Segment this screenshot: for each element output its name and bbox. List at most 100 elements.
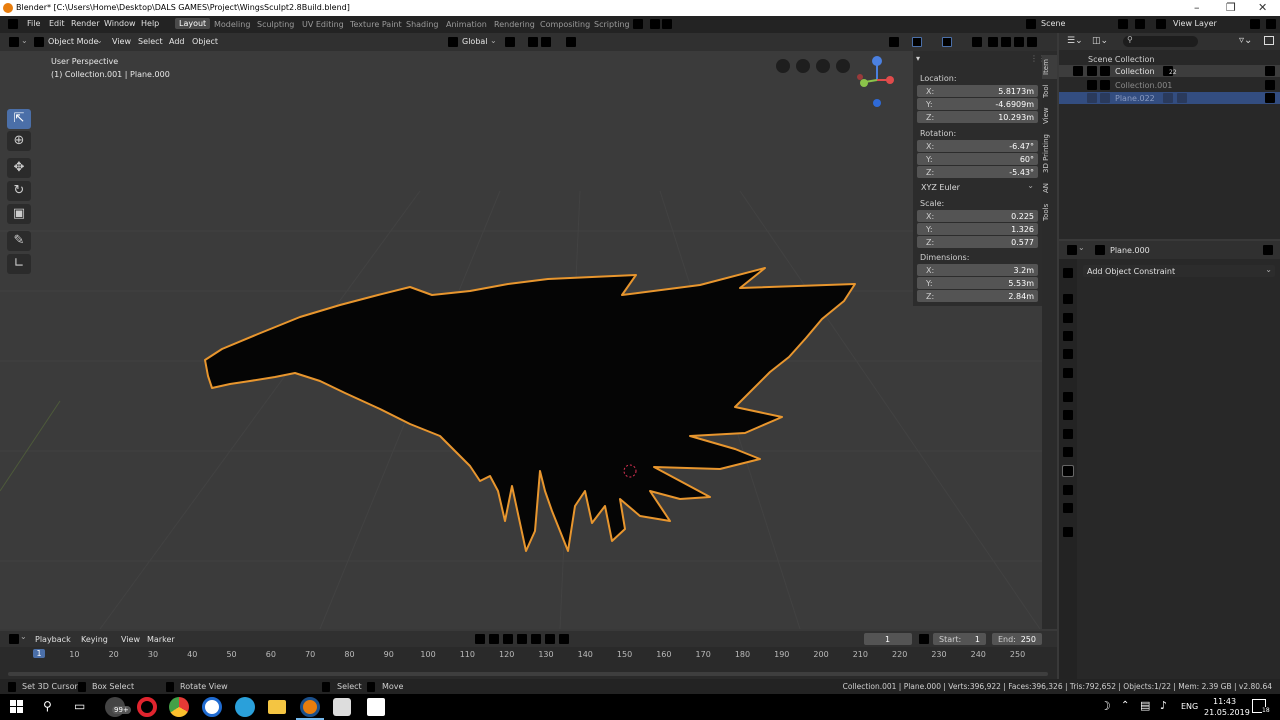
menu-window[interactable]: Window [104, 19, 136, 28]
checkbox-icon[interactable] [1087, 80, 1097, 90]
object-props-icon[interactable] [1063, 392, 1073, 402]
workspace-add-icon[interactable] [633, 19, 643, 29]
menu-file[interactable]: File [27, 19, 40, 28]
outliner-row-plane-022[interactable]: Plane.022 [1059, 92, 1280, 104]
location-y-field[interactable]: Y: -4.6909m [917, 98, 1056, 110]
location-z-field[interactable]: Z: 10.293m [917, 111, 1056, 123]
tab-an[interactable]: AN [1042, 181, 1057, 195]
windows-start-icon[interactable] [10, 700, 24, 714]
app-window-icon[interactable] [333, 698, 351, 716]
rotation-y-field[interactable]: Y: 60° [917, 153, 1056, 165]
menu-help[interactable]: Help [141, 19, 159, 28]
playback-menu[interactable]: Playback [35, 635, 71, 644]
timeline-area[interactable]: 1 10 20 30 40 50 60 70 80 90 100 110 120 130 140 150 160… [0, 647, 1057, 679]
close-button[interactable]: ✕ [1258, 1, 1267, 14]
properties-editor-icon[interactable] [1067, 245, 1077, 255]
input-language[interactable]: ENG [1181, 702, 1198, 711]
wordpad-icon[interactable] [202, 697, 222, 717]
scale-tool-icon[interactable]: ▣ [7, 204, 31, 224]
view-layer-selector[interactable]: View Layer [1173, 19, 1217, 28]
tab-rendering[interactable]: Rendering [494, 20, 535, 29]
frame-end-field[interactable]: End: 250 [992, 633, 1042, 645]
menu-render[interactable]: Render [71, 19, 99, 28]
network-icon[interactable]: ▤ [1140, 699, 1150, 712]
disclosure-icon[interactable] [1087, 93, 1097, 103]
tab-tools[interactable]: Tools [1042, 201, 1057, 223]
scene-icon[interactable] [1026, 19, 1036, 29]
scene-collection-label[interactable]: Scene Collection [1088, 55, 1155, 64]
minimize-button[interactable]: – [1194, 1, 1200, 14]
tab-modeling[interactable]: Modeling [214, 20, 250, 29]
workspace-icon-3[interactable] [662, 19, 672, 29]
scene-selector[interactable]: Scene [1041, 19, 1065, 28]
proportional-edit-icon[interactable] [566, 37, 576, 47]
jump-keyframe-prev-icon[interactable] [489, 634, 499, 644]
dimensions-z-field[interactable]: Z: 2.84m [917, 290, 1038, 302]
checkbox-icon[interactable] [1087, 66, 1097, 76]
search-icon[interactable]: ⚲ [43, 699, 52, 713]
keying-menu[interactable]: Keying [81, 635, 108, 644]
tab-layout[interactable]: Layout [175, 18, 211, 29]
cursor-tool-icon[interactable]: ⊕ [7, 131, 31, 151]
visibility-icon[interactable] [889, 37, 899, 47]
axis-gizmo[interactable] [853, 54, 903, 114]
chrome-icon[interactable] [169, 697, 189, 717]
ortho-toggle-icon[interactable] [796, 59, 810, 73]
camera-view-icon[interactable] [776, 59, 790, 73]
scene-new-icon[interactable] [1118, 19, 1128, 29]
scale-x-field[interactable]: X: 0.225 [917, 210, 1056, 222]
jump-start-icon[interactable] [475, 634, 485, 644]
file-explorer-icon[interactable] [268, 700, 286, 714]
tab-3d-printing[interactable]: 3D Printing [1042, 131, 1057, 177]
display-mode-icon[interactable]: ◫⌄ [1092, 36, 1108, 46]
rotation-z-field[interactable]: Z: -5.43° [917, 166, 1056, 178]
visibility-eye-icon[interactable] [1265, 80, 1275, 90]
play-icon[interactable] [517, 634, 527, 644]
view-layer-new-icon[interactable] [1250, 19, 1260, 29]
rotate-tool-icon[interactable]: ↻ [7, 181, 31, 201]
tab-compositing[interactable]: Compositing [540, 20, 590, 29]
people-icon[interactable]: ☽ [1100, 699, 1111, 713]
particles-props-icon[interactable] [1063, 429, 1073, 439]
tray-chevron-icon[interactable]: ⌃ [1121, 700, 1129, 711]
task-view-icon[interactable]: ▭ [74, 699, 85, 713]
world-props-icon[interactable] [1063, 368, 1073, 378]
maximize-button[interactable]: ❐ [1226, 1, 1236, 14]
viewport-menu-select[interactable]: Select [138, 37, 163, 46]
volume-icon[interactable]: ♪ [1160, 699, 1167, 712]
current-frame-marker[interactable]: 1 [33, 649, 45, 658]
shading-rendered-icon[interactable] [1027, 37, 1037, 47]
tab-scripting[interactable]: Scripting [594, 20, 630, 29]
stop-icon[interactable] [559, 634, 569, 644]
orientation-dropdown[interactable]: Global [462, 37, 488, 46]
location-x-field[interactable]: X: 5.8173m [917, 85, 1056, 97]
workspace-icon-2[interactable] [650, 19, 660, 29]
material-props-icon[interactable] [1063, 503, 1073, 513]
overlay-icon[interactable] [942, 37, 952, 47]
outliner-editor-icon[interactable]: ☰⌄ [1067, 36, 1083, 46]
output-props-icon[interactable] [1063, 313, 1073, 323]
viewport-menu-add[interactable]: Add [169, 37, 185, 46]
xray-icon[interactable] [972, 37, 982, 47]
pin-icon[interactable] [1263, 245, 1273, 255]
disclosure-icon[interactable] [1073, 66, 1083, 76]
scene-remove-icon[interactable] [1135, 19, 1145, 29]
3d-viewport[interactable]: User Perspective (1) Collection.001 | Pl… [0, 51, 1057, 629]
visibility-eye-icon[interactable] [1265, 66, 1275, 76]
clock-time[interactable]: 11:43 [1213, 697, 1236, 706]
gizmo-icon[interactable] [912, 37, 922, 47]
render-props-icon[interactable] [1063, 294, 1073, 304]
play-reverse-icon[interactable] [503, 634, 513, 644]
pivot-icon[interactable] [505, 37, 515, 47]
tab-animation[interactable]: Animation [446, 20, 487, 29]
scale-z-field[interactable]: Z: 0.577 [917, 236, 1056, 248]
marker-menu[interactable]: Marker [147, 635, 175, 644]
preview-range-icon[interactable] [919, 634, 929, 644]
tool-props-icon[interactable] [1063, 268, 1073, 278]
timeline-editor-icon[interactable] [9, 634, 19, 644]
select-box-tool-icon[interactable]: ⇱ [7, 109, 31, 129]
outliner-search-input[interactable]: ⚲ [1123, 35, 1198, 47]
tab-item[interactable]: Item [1042, 55, 1057, 79]
viewport-menu-object[interactable]: Object [192, 37, 218, 46]
visibility-eye-icon[interactable] [1265, 93, 1275, 103]
